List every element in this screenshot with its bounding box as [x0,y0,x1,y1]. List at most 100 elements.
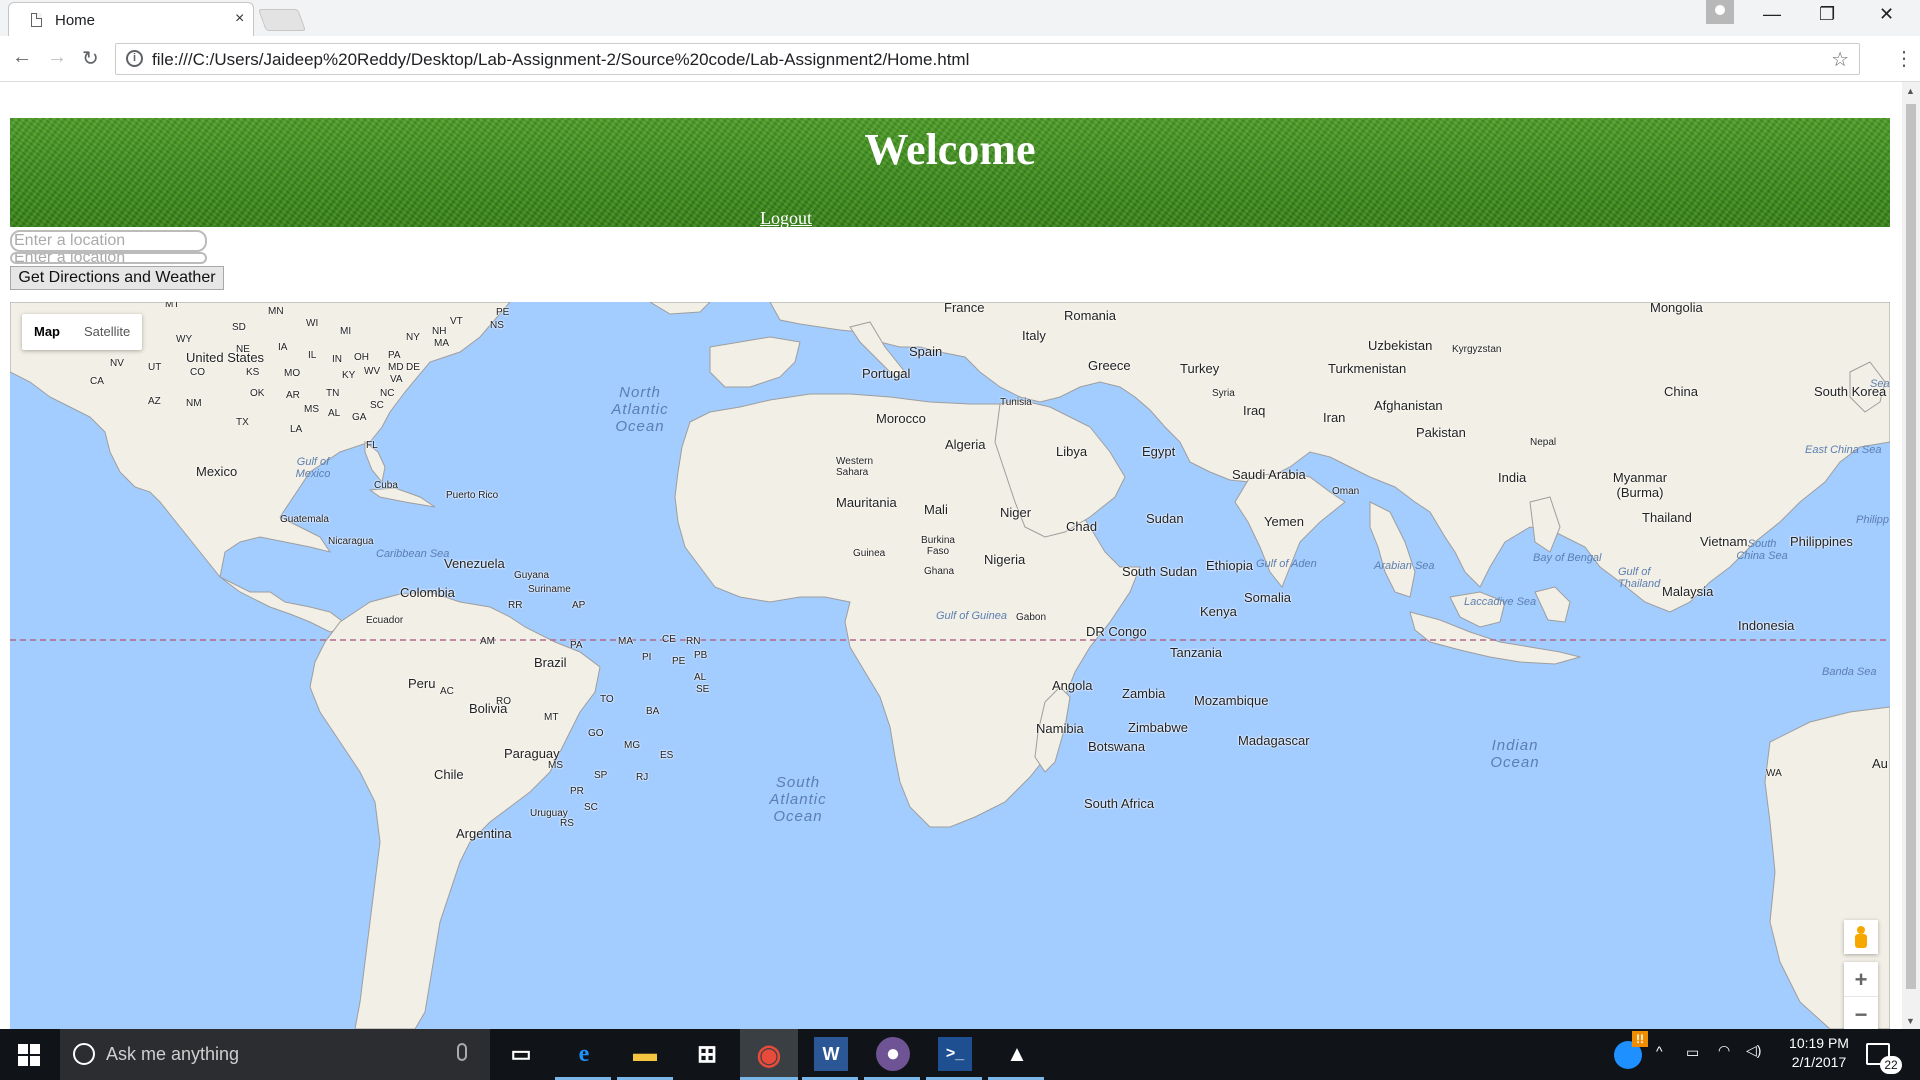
street-view-pegman-icon[interactable] [1844,920,1878,954]
sea-label: Laccadive Sea [1464,596,1537,608]
volume-icon[interactable]: ◁) [1746,1042,1761,1059]
alert-badge-icon: !! [1632,1031,1648,1047]
state-label: IA [278,342,288,353]
info-icon[interactable]: i [126,50,143,67]
chrome-icon[interactable]: ◉ [740,1029,798,1080]
state-label: PE [496,307,510,318]
edge-browser-icon[interactable]: e [567,1037,601,1071]
country-label: Pakistan [1416,425,1466,440]
word-icon[interactable]: W [814,1037,848,1071]
country-label: Puerto Rico [446,490,499,501]
country-label: Myanmar (Burma) [1612,470,1668,500]
map-type-satellite-button[interactable]: Satellite [72,314,142,350]
microphone-icon[interactable] [457,1043,467,1061]
photos-icon[interactable]: ▲ [1000,1037,1034,1071]
scroll-up-icon[interactable]: ▲ [1906,86,1915,96]
country-label: South Africa [1084,796,1155,811]
back-arrow-icon[interactable]: ← [12,46,32,69]
reload-icon[interactable]: ↻ [82,46,99,71]
forward-arrow-icon[interactable]: → [47,46,67,69]
github-icon[interactable]: ● [876,1037,910,1071]
state-label: MD [388,362,404,373]
profile-icon[interactable] [1706,0,1734,24]
state-label: NS [490,320,504,331]
state-label: UT [148,362,162,373]
restore-button[interactable]: ❐ [1819,4,1835,25]
state-label: SC [584,802,598,813]
tab-home[interactable]: Home × [8,2,254,36]
url-text[interactable]: file:///C:/Users/Jaideep%20Reddy/Desktop… [152,50,969,70]
get-directions-button[interactable]: Get Directions and Weather [10,266,224,290]
country-label: Ethiopia [1206,558,1253,573]
state-label: CE [662,634,676,645]
state-label: MI [340,326,352,337]
country-label: Nepal [1530,437,1557,448]
google-map[interactable]: Map Satellite North Atlantic Ocean South… [10,302,1890,1029]
close-tab-icon[interactable]: × [235,10,244,28]
country-label: Iran [1323,410,1346,425]
scrollbar-thumb[interactable] [1906,104,1916,989]
clock[interactable]: 10:19 PM 2/1/2017 [1784,1035,1854,1070]
address-bar[interactable]: i file:///C:/Users/Jaideep%20Reddy/Deskt… [115,43,1860,75]
powershell-icon[interactable]: >_ [938,1037,972,1071]
country-label: Nicaragua [328,536,374,547]
state-label: VT [450,316,463,327]
country-label: Peru [408,676,436,691]
logout-link[interactable]: Logout [760,208,812,229]
zoom-out-button[interactable]: − [1844,997,1878,1029]
menu-dots-icon[interactable]: ⋮ [1894,46,1914,71]
cortana-icon [73,1043,95,1065]
country-label: Spain [909,344,943,359]
country-label: Venezuela [444,556,505,571]
task-view-icon[interactable]: ▭ [504,1037,538,1071]
map-type-map-button[interactable]: Map [22,314,72,350]
state-label: CO [190,367,205,378]
page-scrollbar[interactable]: ▲ ▼ [1902,82,1920,1029]
store-icon[interactable]: ⊞ [690,1037,724,1071]
windows-start-icon[interactable] [18,1044,40,1066]
country-label: Saudi Arabia [1232,467,1306,482]
zoom-in-button[interactable]: + [1844,962,1878,997]
state-label: SC [370,400,384,411]
country-label: Yemen [1264,514,1304,529]
country-label: Kyrgyzstan [1452,344,1502,355]
file-explorer-icon[interactable]: ▬ [628,1037,662,1071]
country-label: South Korea [1814,384,1887,399]
destination-input[interactable] [10,252,207,264]
state-label: MG [624,740,641,751]
country-label: Namibia [1036,721,1084,736]
page-title: Welcome [864,125,1036,174]
country-label: Somalia [1244,590,1291,605]
cortana-search-box[interactable]: Ask me anything [60,1029,490,1080]
state-label: TO [600,694,614,705]
new-tab-button[interactable] [257,9,307,31]
zoom-control: + − [1844,962,1878,1029]
country-label: Italy [1022,328,1046,343]
close-window-button[interactable]: ✕ [1879,4,1894,25]
ocean-label: South Atlantic Ocean [758,774,838,825]
scroll-down-icon[interactable]: ▼ [1906,1016,1915,1026]
sea-label: Bay of Bengal [1533,552,1602,564]
state-label: NV [110,358,124,369]
state-label: MN [268,306,284,317]
state-label: PR [570,786,584,797]
country-label: France [944,302,985,315]
bookmark-star-icon[interactable]: ☆ [1831,47,1849,72]
wifi-icon[interactable]: ◠ [1718,1042,1730,1059]
state-label: OH [354,352,369,363]
state-label: PA [570,640,583,651]
country-label: Syria [1212,388,1235,399]
country-label: Niger [1000,505,1032,520]
country-label: Iraq [1243,403,1266,418]
minimize-button[interactable]: — [1763,4,1781,25]
state-label: FL [366,440,378,451]
state-label: OK [250,388,265,399]
origin-input[interactable] [10,230,207,252]
header-banner: Welcome Logout [10,118,1890,229]
show-hidden-icons-chevron-icon[interactable]: ^ [1656,1043,1663,1059]
state-label: TN [326,388,340,399]
battery-icon[interactable]: ▭ [1686,1044,1699,1061]
state-label: AP [572,600,586,611]
country-label: Thailand [1642,510,1692,525]
state-label: GA [352,412,367,423]
